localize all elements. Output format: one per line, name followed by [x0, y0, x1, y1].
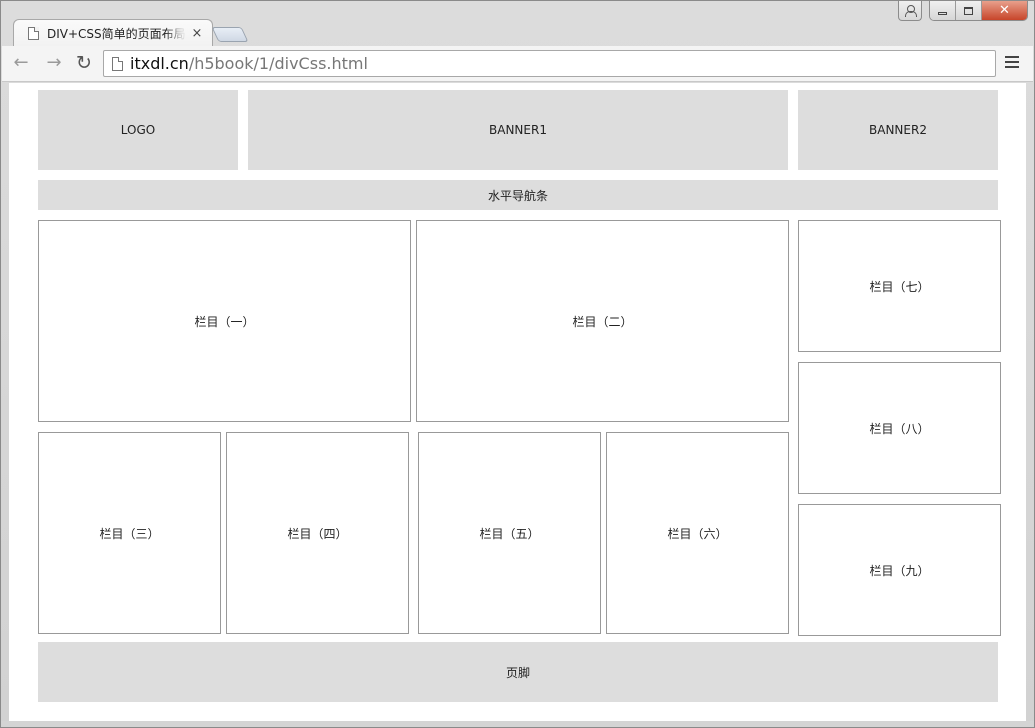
- tab-title: DIV+CSS简单的页面布局: [47, 26, 186, 41]
- logo-label: LOGO: [120, 123, 156, 137]
- column-1-label: 栏目（一）: [194, 314, 255, 329]
- column-7-label: 栏目（七）: [869, 279, 930, 294]
- new-tab-button[interactable]: [211, 27, 249, 42]
- nav-bar: 水平导航条: [38, 180, 998, 210]
- column-5-label: 栏目（五）: [479, 526, 540, 541]
- minimize-button[interactable]: [930, 1, 956, 20]
- page-icon: [112, 56, 123, 71]
- column-2: 栏目（二）: [416, 220, 789, 422]
- window-controls: ✕: [929, 1, 1028, 21]
- banner2-block: BANNER2: [798, 90, 998, 170]
- forward-button[interactable]: →: [44, 54, 64, 74]
- column-8: 栏目（八）: [798, 362, 1001, 494]
- banner2-label: BANNER2: [869, 123, 927, 137]
- maximize-button[interactable]: [956, 1, 982, 20]
- banner1-label: BANNER1: [489, 123, 547, 137]
- reload-icon: ↻: [76, 52, 92, 74]
- back-icon: ←: [13, 52, 29, 73]
- url-path: /h5book/1/divCss.html: [188, 54, 368, 73]
- user-icon: [905, 5, 917, 17]
- window-bottom-edge: [1, 721, 1034, 727]
- column-9: 栏目（九）: [798, 504, 1001, 636]
- column-8-label: 栏目（八）: [869, 421, 930, 436]
- menu-icon[interactable]: [1005, 56, 1019, 70]
- column-9-label: 栏目（九）: [869, 563, 930, 578]
- close-button[interactable]: ✕: [982, 1, 1027, 20]
- maximize-icon: [964, 6, 973, 15]
- browser-tab[interactable]: DIV+CSS简单的页面布局 ×: [13, 19, 213, 46]
- minimize-icon: [938, 12, 947, 15]
- column-3: 栏目（三）: [38, 432, 221, 634]
- browser-window: DIV+CSS简单的页面布局 × ✕ ← → ↻ itxdl.cn /h5boo…: [0, 0, 1035, 728]
- close-icon: ✕: [999, 3, 1010, 18]
- column-2-label: 栏目（二）: [572, 314, 633, 329]
- reload-button[interactable]: ↻: [74, 54, 94, 74]
- column-5: 栏目（五）: [418, 432, 601, 634]
- column-6: 栏目（六）: [606, 432, 789, 634]
- footer-label: 页脚: [505, 665, 530, 680]
- footer-block: 页脚: [38, 642, 998, 702]
- tab-strip: DIV+CSS简单的页面布局 × ✕: [1, 1, 1034, 46]
- nav-label: 水平导航条: [487, 188, 548, 203]
- column-7: 栏目（七）: [798, 220, 1001, 352]
- browser-toolbar: ← → ↻ itxdl.cn/h5book/1/divCss.html: [2, 46, 1033, 82]
- column-3-label: 栏目（三）: [99, 526, 160, 541]
- column-4-label: 栏目（四）: [287, 526, 348, 541]
- address-bar[interactable]: itxdl.cn/h5book/1/divCss.html: [103, 50, 996, 77]
- user-button[interactable]: [898, 1, 922, 21]
- url-host: itxdl.cn: [130, 54, 189, 73]
- column-6-label: 栏目（六）: [667, 526, 728, 541]
- tab-close-icon[interactable]: ×: [190, 27, 204, 40]
- page-viewport: LOGO BANNER1 BANNER2 水平导航条 栏目（一） 栏目（二） 栏…: [9, 83, 1026, 721]
- logo-block: LOGO: [38, 90, 238, 170]
- forward-icon: →: [46, 52, 62, 73]
- doc-icon: [28, 26, 39, 40]
- column-4: 栏目（四）: [226, 432, 409, 634]
- banner1-block: BANNER1: [248, 90, 788, 170]
- column-1: 栏目（一）: [38, 220, 411, 422]
- back-button[interactable]: ←: [11, 54, 31, 74]
